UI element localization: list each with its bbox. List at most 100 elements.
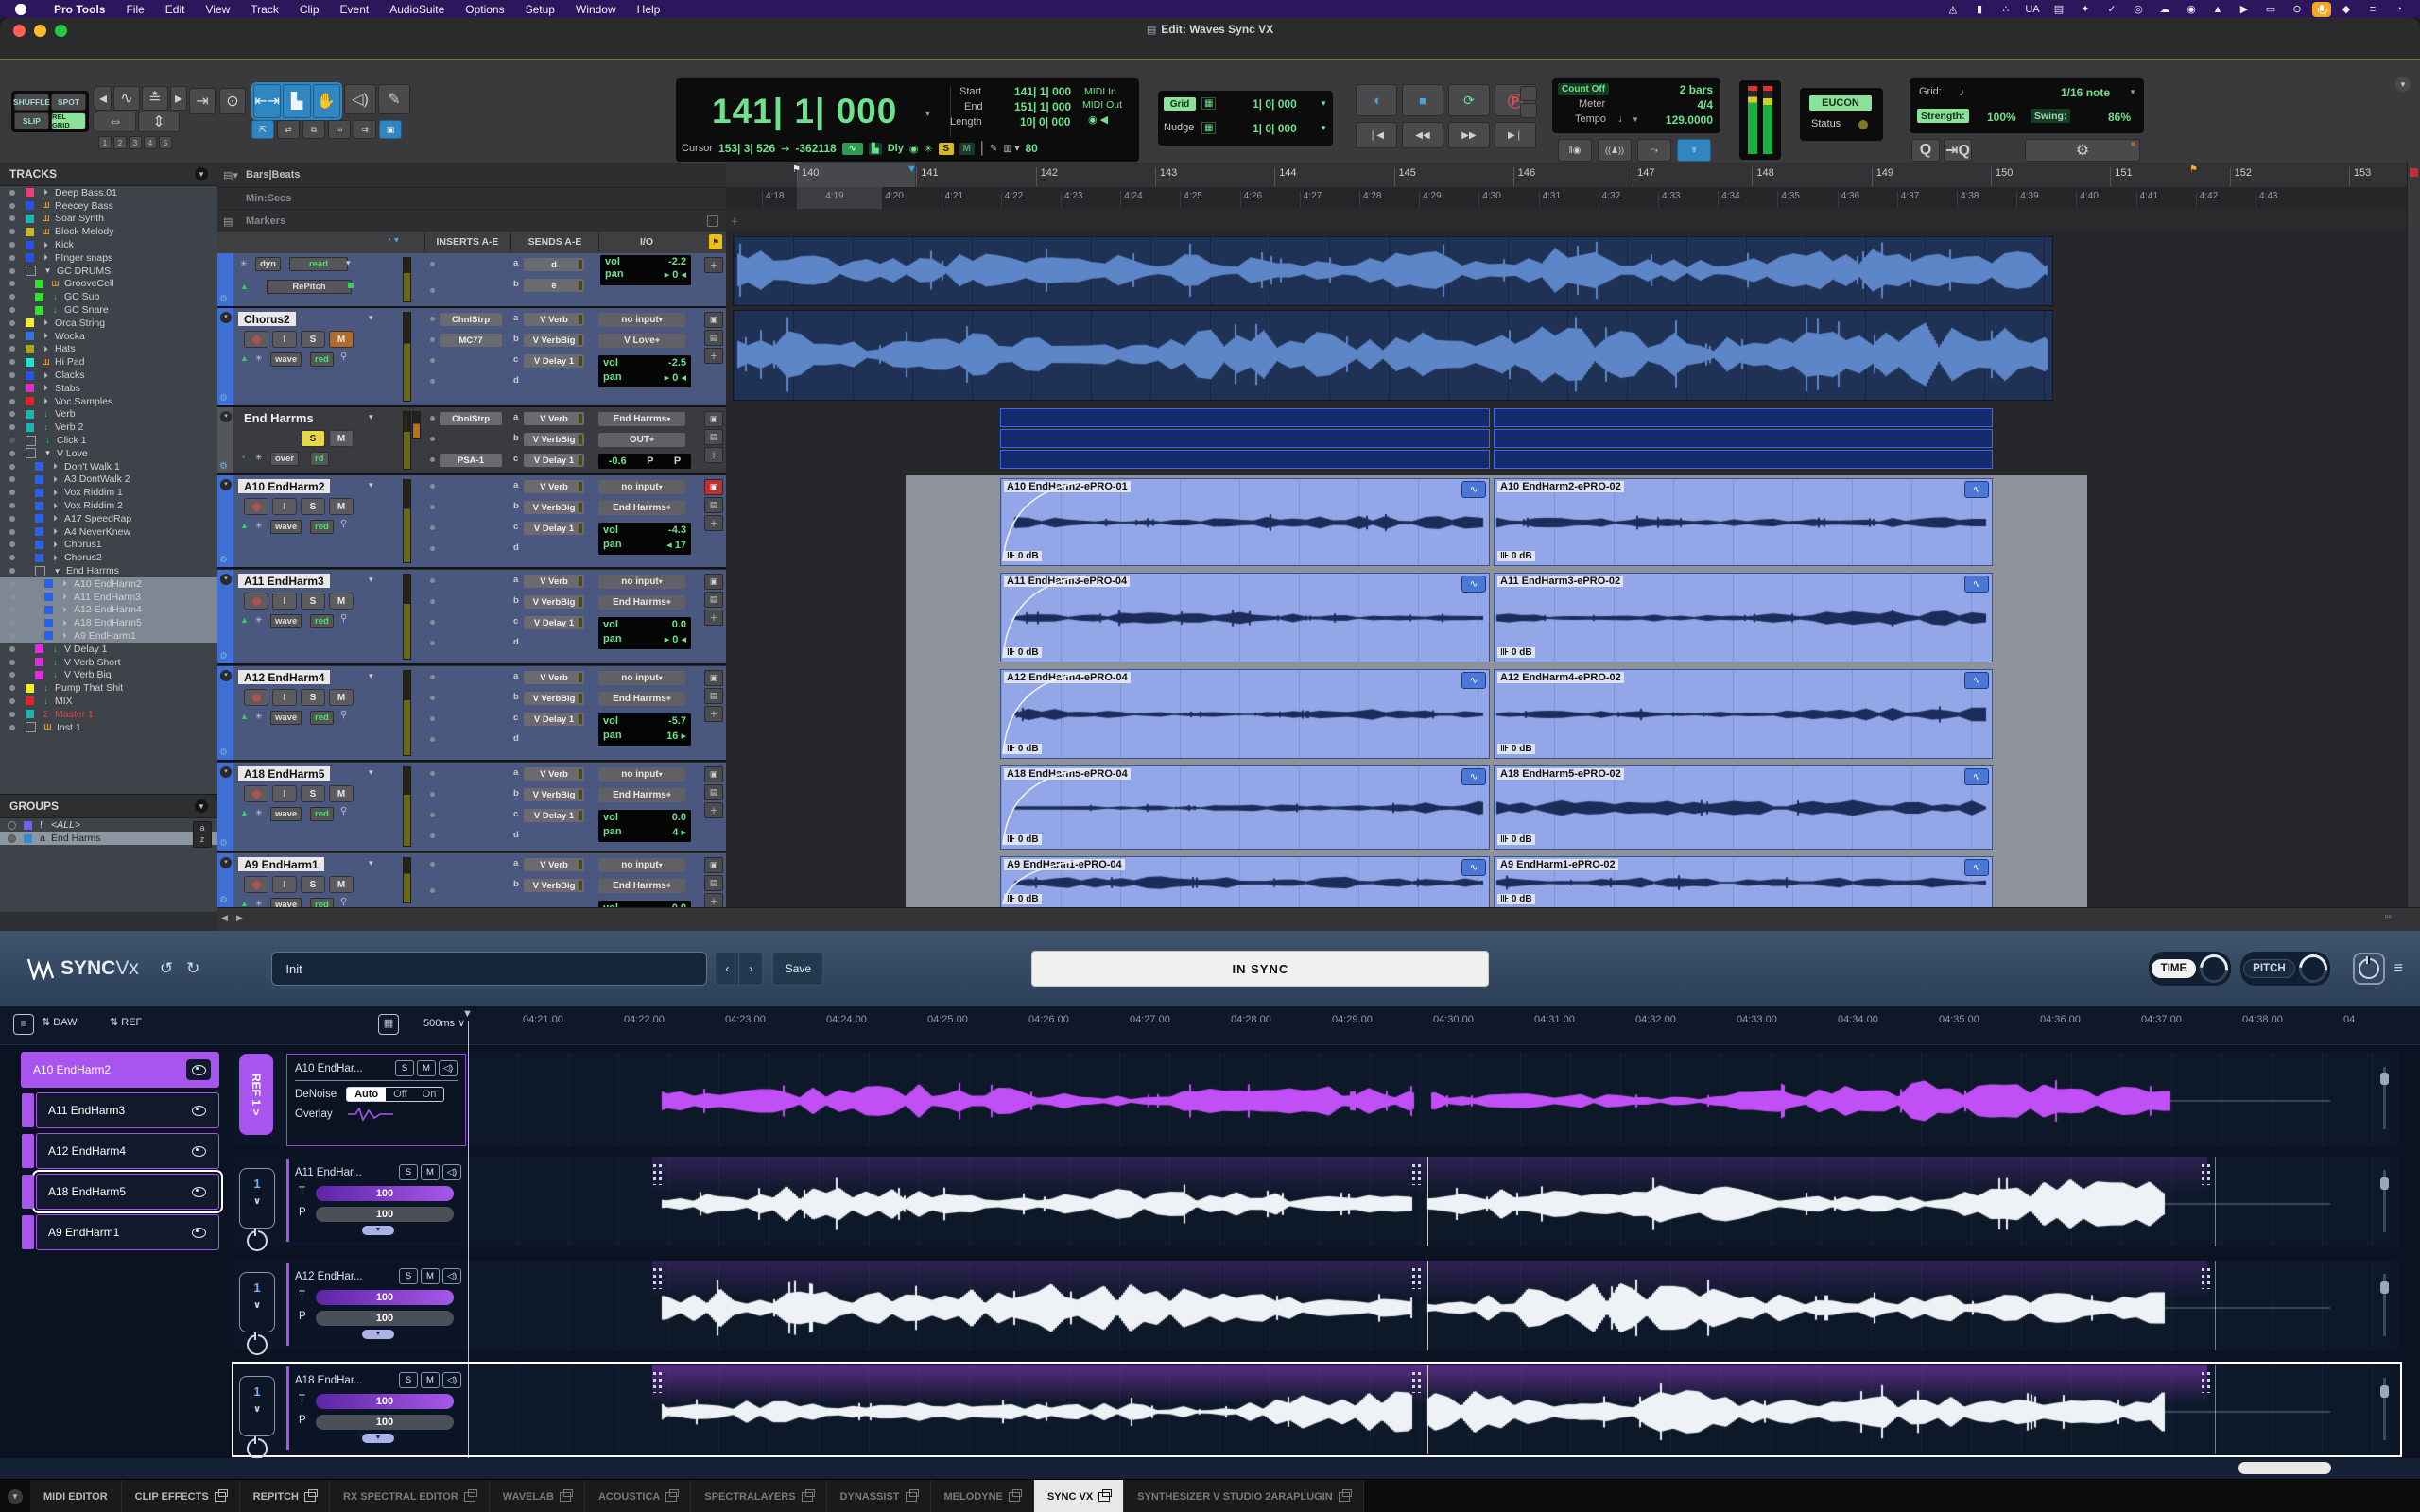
track-list-item[interactable]: ▾End Harrms: [0, 564, 217, 577]
elastic-audio-badge[interactable]: ∿: [1461, 768, 1486, 785]
send-chip[interactable]: V VerbBig: [524, 788, 584, 801]
track-fold-icon[interactable]: ▾: [220, 479, 232, 490]
insert-slot-dot[interactable]: [430, 813, 435, 817]
undo-icon[interactable]: ↺: [160, 959, 173, 978]
record-arm-button[interactable]: [244, 785, 268, 802]
track-list-item[interactable]: ↓Verb: [0, 408, 217, 421]
solo-global-badge[interactable]: S: [939, 143, 954, 155]
minsecs-ruler[interactable]: 4:184:194:204:214:224:234:244:254:264:27…: [726, 187, 2407, 210]
send-chip[interactable]: V Verb: [524, 575, 584, 588]
track-list-item[interactable]: ⏵Vox Riddim 2: [0, 499, 217, 512]
track-name[interactable]: Soar Synth: [55, 213, 104, 224]
plugin-list-icon[interactable]: ≡: [13, 1014, 34, 1035]
mute-global-badge[interactable]: M: [959, 143, 975, 155]
comments-icon[interactable]: ▤: [704, 592, 723, 608]
track-name-chip[interactable]: A11 EndHarm3: [238, 574, 330, 588]
ref-tab[interactable]: REF 1 >: [239, 1054, 273, 1135]
track-name[interactable]: Kick: [55, 239, 74, 250]
row-power-button[interactable]: [247, 1438, 268, 1459]
track-header-partial[interactable]: ⚙✳dynread▾▲RePitchadbevol-2.2pan▸ 0 ◂＋: [217, 253, 726, 308]
track-name-chip[interactable]: A12 EndHarm4: [238, 670, 330, 684]
insert-slot-dot[interactable]: [430, 737, 435, 742]
time-slider[interactable]: 100: [316, 1186, 454, 1201]
insert-slot-dot[interactable]: [430, 457, 435, 462]
eucon-badge[interactable]: EUCON: [1809, 95, 1872, 111]
insert-slot-dot[interactable]: [430, 358, 435, 363]
ref-toggle[interactable]: ⇅ REF: [110, 1016, 142, 1028]
mute-button[interactable]: M: [329, 430, 354, 447]
track-show-dot[interactable]: [9, 516, 15, 522]
track-show-dot[interactable]: [9, 281, 15, 286]
insert-slot-dot[interactable]: [430, 546, 435, 551]
send-chip[interactable]: V Delay 1: [524, 522, 584, 535]
track-name[interactable]: Don't Walk 1: [64, 461, 120, 472]
insertion-follows-icon[interactable]: ⇄: [277, 120, 300, 139]
track-name-dropdown-icon[interactable]: ▾: [369, 480, 373, 490]
toolbar-collapse-icon[interactable]: ▼: [2395, 77, 2411, 92]
selection-end[interactable]: 151| 1| 000: [1014, 100, 1071, 113]
row-power-button[interactable]: [247, 1334, 268, 1355]
settings-gear-icon[interactable]: ⚙: [2025, 139, 2140, 162]
clip-a18-endharm5-epro-02[interactable]: A18 EndHarm5-ePRO-02∿⊪ 0 dB: [1494, 765, 1993, 850]
menu-item-clip[interactable]: Clip: [289, 3, 330, 16]
segment-grip-handle[interactable]: [1409, 1266, 1424, 1291]
send-chip[interactable]: V Delay 1: [524, 454, 584, 467]
elastic-audio-badge[interactable]: ∿: [1964, 768, 1989, 785]
track-list-item[interactable]: ШGrooveCell: [0, 278, 217, 291]
swing-value[interactable]: 86%: [2108, 111, 2131, 124]
zoom-preset-1[interactable]: 1: [98, 136, 112, 149]
track-name[interactable]: Stabs: [55, 383, 80, 394]
insert-slot-dot[interactable]: [430, 505, 435, 509]
track-name[interactable]: GC Snare: [64, 304, 109, 316]
marker-add-icon[interactable]: ＋: [730, 214, 739, 228]
track-list-item[interactable]: ↓V Verb Big: [0, 668, 217, 681]
output-selector-chip[interactable]: End Harrms ▾: [598, 412, 685, 426]
plugin-row-lane[interactable]: [468, 1261, 2392, 1350]
track-show-dot[interactable]: [9, 581, 15, 587]
clip-gain-label[interactable]: ⊪ 0 dB: [1497, 647, 1535, 658]
track-name[interactable]: Inst 1: [57, 722, 81, 733]
input-mode-icon[interactable]: ✳: [924, 143, 932, 155]
grid-note-icon[interactable]: ♪: [1959, 84, 1965, 98]
track-name[interactable]: End Harrms: [66, 565, 119, 576]
clip-a9-endharm1-epro-02[interactable]: A9 EndHarm1-ePRO-02∿⊪ 0 dB: [1494, 856, 1993, 907]
track-list-item[interactable]: ⏵A10 EndHarm2: [0, 577, 217, 591]
plugin-track-chip-a9-endharm1[interactable]: A9 EndHarm1: [36, 1214, 219, 1250]
meter-value[interactable]: 4/4: [1697, 98, 1713, 112]
io-column-header[interactable]: I/O: [598, 232, 694, 252]
track-fold-icon[interactable]: ▾: [220, 857, 232, 868]
fan-icon[interactable]: ◆: [2335, 3, 2358, 15]
mute-button[interactable]: M: [329, 593, 354, 610]
online-button[interactable]: ◖: [1356, 84, 1397, 116]
send-chip[interactable]: V Delay 1: [524, 809, 584, 822]
row-speaker-icon[interactable]: ◁): [442, 1268, 461, 1284]
send-chip[interactable]: V Verb: [524, 313, 584, 326]
zoom-preset-3[interactable]: 3: [129, 136, 142, 149]
row-group-box[interactable]: 1∨: [239, 1168, 275, 1228]
pitch-slider[interactable]: 100: [316, 1311, 454, 1326]
track-show-dot[interactable]: [9, 555, 15, 560]
group-list-item[interactable]: !<ALL>: [0, 818, 217, 832]
row-solo-button[interactable]: S: [399, 1164, 418, 1180]
track-show-dot[interactable]: [9, 346, 15, 352]
pitch-slider[interactable]: 100: [316, 1415, 454, 1430]
track-name-dropdown-icon[interactable]: ▾: [369, 313, 373, 323]
apple-menu-icon[interactable]: [15, 4, 26, 15]
playlist-chip[interactable]: red: [310, 711, 334, 725]
link-timeline-icon[interactable]: ⇱: [251, 120, 274, 139]
meter-label[interactable]: Meter: [1579, 98, 1605, 110]
track-list-item[interactable]: ↓GC Snare: [0, 303, 217, 317]
insert-slot-dot[interactable]: [430, 416, 435, 421]
track-view-icon[interactable]: ▥ ▾: [1003, 144, 1019, 154]
tempo-ruler-icon[interactable]: ⤳: [1637, 139, 1671, 162]
track-name[interactable]: A18 EndHarm5: [74, 617, 142, 628]
track-list-item[interactable]: ШBlock Melody: [0, 225, 217, 238]
inserts-column-header[interactable]: INSERTS A-E: [424, 232, 510, 252]
window-tab-acoustica[interactable]: ACOUSTICA: [585, 1480, 691, 1512]
record-arm-button[interactable]: [244, 331, 268, 348]
countoff-toggle-icon[interactable]: ‖◉: [1558, 139, 1592, 162]
mute-button[interactable]: M: [329, 498, 354, 515]
ref-solo-button[interactable]: S: [395, 1060, 414, 1076]
window-tab-repitch[interactable]: REPITCH: [240, 1480, 330, 1512]
insert-slot-dot[interactable]: [430, 337, 435, 342]
